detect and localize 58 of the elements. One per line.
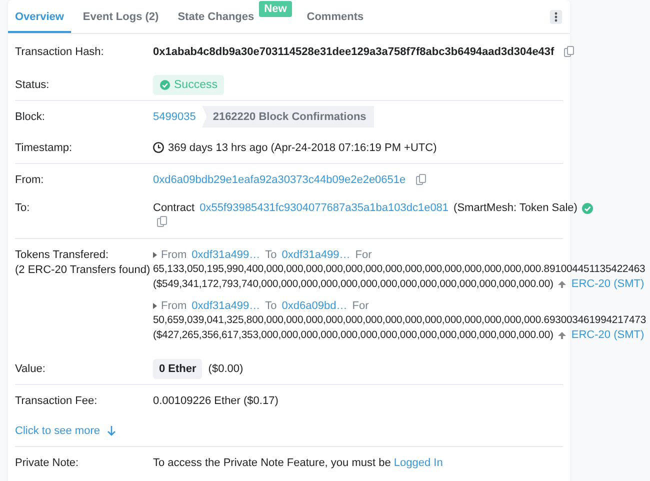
- token-link[interactable]: ERC-20 (SMT): [571, 278, 644, 290]
- contract-label: Contract: [153, 202, 195, 214]
- for-label: For: [355, 249, 372, 261]
- login-link[interactable]: Logged In: [394, 456, 443, 468]
- tab[interactable]: Comments: [300, 0, 371, 33]
- timestamp-text: 369 days 13 hrs ago (Apr-24-2018 07:16:19 PM +UTC): [168, 142, 437, 154]
- value-badge: 0 Ether: [153, 358, 202, 378]
- usd-amount: ($549,341,172,793,740,000,000,000,000,000,000,000,000,000,000,000,000,000,000.00): [153, 278, 554, 290]
- value-usd: ($0.00): [208, 362, 244, 374]
- tab[interactable]: Overview: [8, 0, 71, 33]
- confirmations-badge: 2162220 Block Confirmations: [202, 106, 374, 128]
- caret-icon[interactable]: [153, 252, 157, 258]
- contract-name: (SmartMesh: Token Sale): [454, 202, 578, 214]
- token-icon: [558, 280, 566, 288]
- from-label: From: [161, 249, 187, 261]
- token-amount: 50,659,039,041,325,800,000,000,000,000,000,000,000,000,000,000,000,000,000,000.693003461994217473: [153, 315, 646, 326]
- token-icon: [558, 332, 566, 338]
- token-amount: 65,133,050,195,990,400,000,000,000,000,000,000,000,000,000,000,000,000,000,000.891004451135422463: [153, 264, 646, 275]
- from-address-link[interactable]: 0xdf31a499…: [192, 300, 260, 312]
- to-label: To: [265, 300, 277, 312]
- from-address-link[interactable]: 0xdf31a499…: [192, 249, 260, 261]
- contract-address-link[interactable]: 0x55f93985431fc9304077687a35a1ba103dc1e081: [200, 202, 449, 214]
- clock-icon: [153, 142, 164, 153]
- tab[interactable]: State Changes: [170, 0, 262, 33]
- field-label: Timestamp:: [15, 142, 72, 154]
- caret-icon[interactable]: [153, 303, 157, 309]
- to-address-link[interactable]: 0xd6a09bd…: [282, 300, 348, 312]
- more-menu-icon[interactable]: [550, 10, 562, 24]
- check-circle-icon: [160, 80, 170, 90]
- status-text: Success: [174, 78, 218, 90]
- field-label: Transaction Fee:: [15, 394, 98, 406]
- tab[interactable]: Event Logs (2): [76, 0, 166, 33]
- token-link[interactable]: ERC-20 (SMT): [571, 329, 644, 341]
- arrow-down-icon: [106, 426, 116, 436]
- field-label: To:: [15, 202, 30, 214]
- block-number-link[interactable]: 5499035: [153, 110, 196, 122]
- field-label: Transaction Hash:: [15, 46, 104, 58]
- from-address-link[interactable]: 0xd6a09bdb29e1eafa92a30373c44b09e2e2e0651e: [153, 174, 406, 186]
- transaction-hash: 0x1abab4c8db9a30e703114528e31dee129a3a758f7f8abc3b6494aad3d304e43f: [153, 46, 554, 58]
- to-label: To: [265, 249, 277, 261]
- to-address-link[interactable]: 0xdf31a499…: [282, 249, 350, 261]
- transfer-count: (2 ERC-20 Transfers found): [15, 264, 150, 276]
- from-label: From: [161, 300, 187, 312]
- see-more-link[interactable]: Click to see more: [15, 425, 116, 437]
- copy-icon[interactable]: [564, 46, 574, 57]
- private-note-text: To access the Private Note Feature, you must be Logged In: [153, 456, 443, 468]
- field-label: Value:: [15, 362, 46, 374]
- new-badge: New: [259, 0, 292, 16]
- for-label: For: [352, 300, 369, 312]
- field-label: Block:: [15, 110, 45, 122]
- copy-icon[interactable]: [157, 216, 167, 227]
- usd-amount: ($427,265,356,617,353,000,000,000,000,000,000,000,000,000,000,000,000,000,000.00): [153, 330, 554, 340]
- field-label: Tokens Transfered:: [15, 249, 109, 261]
- field-label: From:: [15, 174, 44, 186]
- field-label: Status:: [15, 78, 50, 90]
- copy-icon[interactable]: [416, 174, 426, 185]
- field-label: Private Note:: [15, 456, 79, 468]
- fee-text: 0.00109226 Ether ($0.17): [153, 394, 278, 406]
